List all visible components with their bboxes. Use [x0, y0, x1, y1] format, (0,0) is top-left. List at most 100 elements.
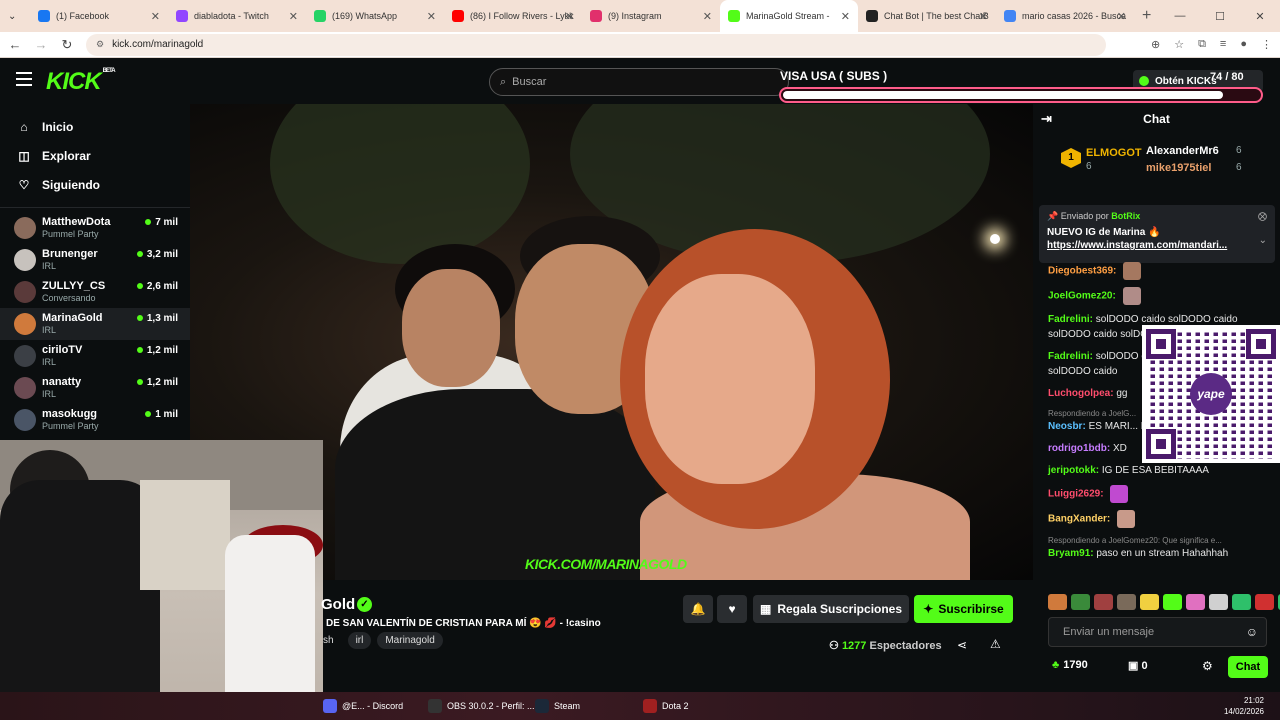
chat-message-input[interactable]: Enviar un mensaje ☺ [1048, 617, 1267, 647]
sidebar-nav-siguiendo[interactable]: ♡ Siguiendo [0, 170, 190, 199]
chat-username[interactable]: Luchogolpea: [1048, 388, 1114, 399]
tab-search-button[interactable]: ⌄ [0, 0, 30, 32]
media-control-icon[interactable]: ≡ [1220, 38, 1226, 51]
share-icon[interactable]: ⋖ [957, 638, 967, 652]
tab-close-icon[interactable]: ✕ [979, 10, 988, 23]
menu-icon[interactable]: ⋮ [1261, 38, 1272, 51]
quick-emote-icon[interactable] [1209, 594, 1228, 610]
pinned-link[interactable]: https://www.instagram.com/mandari... [1047, 240, 1267, 251]
sidebar-nav-inicio[interactable]: ⌂ Inicio [0, 112, 190, 141]
person-left-face [402, 269, 500, 387]
profile-icon[interactable]: ● [1240, 38, 1247, 51]
expand-chevron-icon[interactable]: ⌄ [1259, 235, 1267, 246]
report-icon[interactable]: ⚠ [990, 637, 1001, 651]
browser-tab[interactable]: (86) I Follow Rivers - Lykk ✕ [444, 0, 582, 32]
avatar [14, 377, 36, 399]
window-controls: — ☐ ✕ [1160, 0, 1280, 32]
home-icon: ⌂ [20, 119, 28, 134]
new-tab-icon[interactable]: + [1142, 7, 1151, 25]
send-chat-button[interactable]: Chat [1228, 656, 1268, 678]
quick-emote-icon[interactable] [1163, 594, 1182, 610]
chat-message: jeripotokk: IG DE ESA BEBITAAAA [1048, 463, 1274, 478]
url-field[interactable]: ⚙ kick.com/marinagold [86, 33, 1106, 56]
taskbar-app[interactable]: @E... - Discord [323, 699, 403, 713]
stream-tag[interactable]: sh [323, 632, 342, 649]
tab-close-icon[interactable]: ✕ [151, 10, 160, 23]
chat-username[interactable]: Neosbr: [1048, 421, 1086, 432]
tab-close-icon[interactable]: ✕ [289, 10, 298, 23]
browser-tab[interactable]: (169) WhatsApp ✕ [306, 0, 444, 32]
chat-username[interactable]: jeripotokk: [1048, 465, 1099, 476]
quick-emote-icon[interactable] [1094, 594, 1113, 610]
sidebar-channel[interactable]: Brunenger IRL 3,2 mil [0, 244, 190, 276]
tab-close-icon[interactable]: ✕ [1117, 10, 1126, 23]
minimize-icon[interactable]: — [1160, 0, 1200, 32]
site-info-icon[interactable]: ⚙ [96, 39, 104, 50]
emoji-picker-icon[interactable]: ☺ [1246, 625, 1258, 639]
zoom-icon[interactable]: ⊕ [1151, 38, 1160, 51]
taskbar-app[interactable]: OBS 30.0.2 - Perfil: ... [428, 699, 535, 713]
back-icon[interactable]: ← [4, 37, 26, 52]
taskbar-app[interactable]: Dota 2 [643, 699, 689, 713]
unpin-icon[interactable]: ⨂ [1258, 211, 1267, 222]
sidebar-channel[interactable]: ciriloTV IRL 1,2 mil [0, 340, 190, 372]
sidebar-nav-explorar[interactable]: ◫ Explorar [0, 141, 190, 170]
search-input[interactable]: ⌕ Buscar [489, 68, 789, 96]
sidebar-channel[interactable]: masokugg Pummel Party 1 mil [0, 404, 190, 436]
stream-tag[interactable]: irl [347, 632, 372, 649]
stream-tag[interactable]: Marinagold [377, 632, 443, 649]
bookmark-star-icon[interactable]: ☆ [1174, 38, 1184, 51]
top-gifter-2[interactable]: AlexanderMr6 [1146, 145, 1219, 157]
gift-subs-button[interactable]: ▦ Regala Suscripciones [753, 595, 909, 623]
chat-username[interactable]: Luiggi2629: [1048, 489, 1104, 500]
chat-username[interactable]: Fadrelini: [1048, 314, 1093, 325]
browser-tab[interactable]: (9) Instagram ✕ [582, 0, 720, 32]
quick-emote-icon[interactable] [1232, 594, 1251, 610]
tab-close-icon[interactable]: ✕ [565, 10, 574, 23]
notification-bell-button[interactable]: 🔔 [683, 595, 713, 623]
chat-username[interactable]: Bryam91: [1048, 548, 1094, 559]
tab-close-icon[interactable]: ✕ [703, 10, 712, 23]
kick-logo[interactable]: KICK BETA [46, 68, 116, 96]
viewers-icon: ⚇ [829, 640, 839, 652]
taskbar-app[interactable]: Steam [535, 699, 580, 713]
quick-emote-icon[interactable] [1048, 594, 1067, 610]
sidebar-channel[interactable]: MarinaGold IRL 1,3 mil [0, 308, 190, 340]
follow-button[interactable]: ♥ [717, 595, 747, 623]
pinned-author[interactable]: BotRix [1111, 211, 1140, 221]
reload-icon[interactable]: ↻ [56, 37, 78, 53]
extensions-icon[interactable]: ⧉ [1198, 38, 1206, 51]
tab-close-icon[interactable]: ✕ [841, 10, 850, 23]
chat-username[interactable]: JoelGomez20: [1048, 291, 1116, 302]
top-gifter-3[interactable]: mike1975tiel [1146, 162, 1211, 174]
quick-emote-icon[interactable] [1071, 594, 1090, 610]
browser-tab[interactable]: mario casas 2026 - Busca ✕ [996, 0, 1134, 32]
hamburger-menu-icon[interactable] [16, 72, 32, 86]
chat-username[interactable]: BangXander: [1048, 514, 1110, 525]
channel-points[interactable]: ♣ 1790 [1052, 659, 1088, 671]
chat-username[interactable]: Diegobest369: [1048, 266, 1116, 277]
kicks-balance[interactable]: ▣ 0 [1128, 659, 1148, 672]
sidebar-channel[interactable]: ZULLYY_CS Conversando 2,6 mil [0, 276, 190, 308]
sidebar-channel[interactable]: nanatty IRL 1,2 mil [0, 372, 190, 404]
quick-emote-icon[interactable] [1186, 594, 1205, 610]
maximize-icon[interactable]: ☐ [1200, 0, 1240, 32]
chat-settings-icon[interactable]: ⚙ [1202, 659, 1213, 673]
streamer-name[interactable]: Gold [321, 596, 355, 613]
tab-close-icon[interactable]: ✕ [427, 10, 436, 23]
browser-tab[interactable]: (1) Facebook ✕ [30, 0, 168, 32]
close-icon[interactable]: ✕ [1240, 0, 1280, 32]
collapse-chat-icon[interactable]: ⇥ [1041, 111, 1052, 127]
browser-tab[interactable]: MarinaGold Stream - ✕ [720, 0, 858, 32]
subscribe-button[interactable]: ✦ Suscribirse [914, 595, 1013, 623]
forward-icon[interactable]: → [30, 37, 52, 52]
quick-emote-icon[interactable] [1255, 594, 1274, 610]
browser-tab[interactable]: diabladota - Twitch ✕ [168, 0, 306, 32]
quick-emote-icon[interactable] [1117, 594, 1136, 610]
quick-emote-icon[interactable] [1140, 594, 1159, 610]
browser-tab[interactable]: Chat Bot | The best ChatB ✕ [858, 0, 996, 32]
sidebar-channel[interactable]: MatthewDota Pummel Party 7 mil [0, 212, 190, 244]
top-gifter-1[interactable]: ELMOGOT [1086, 147, 1142, 159]
chat-username[interactable]: Fadrelini: [1048, 351, 1093, 362]
chat-username[interactable]: rodrigo1bdb: [1048, 443, 1110, 454]
